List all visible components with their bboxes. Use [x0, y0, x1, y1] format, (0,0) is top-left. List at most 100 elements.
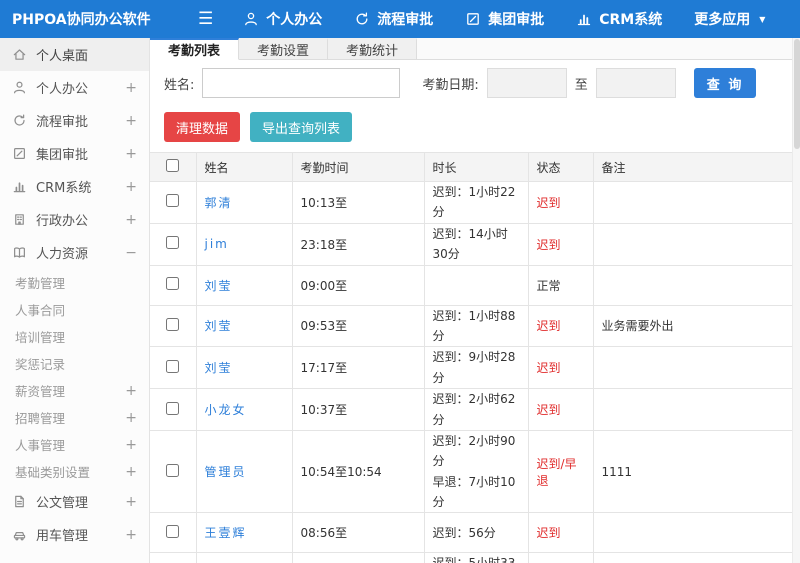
sidebar-item-personal-office[interactable]: 个人办公 + [0, 71, 149, 104]
employee-name-link[interactable]: 刘莹 [205, 279, 233, 293]
hamburger-menu-icon[interactable]: ☰ [198, 10, 213, 28]
sidebar-subitem-label: 人事合同 [15, 303, 66, 318]
sidebar-item-human-resources[interactable]: 人力资源 − [0, 236, 149, 269]
sidebar-item-document-mgmt[interactable]: 公文管理 + [0, 485, 149, 518]
row-checkbox[interactable] [166, 401, 180, 415]
topnav-item-group-approval[interactable]: 集团审批 [465, 9, 544, 29]
status-cell: 迟到 [527, 388, 594, 431]
expand-plus-icon[interactable]: + [125, 438, 137, 452]
attendance-time-cell: 09:53至 [291, 304, 425, 348]
row-checkbox[interactable] [166, 277, 180, 291]
topbar: PHPOA协同办公软件 ☰ 个人办公 流程审批 集团审批 CRM系统 更多应用 ▼ [0, 0, 800, 38]
date-range-to-label: 至 [574, 77, 588, 93]
row-select-cell [150, 388, 197, 431]
row-select-cell [150, 181, 197, 224]
expand-plus-icon[interactable]: + [125, 411, 137, 425]
date-to-input[interactable] [595, 68, 676, 98]
topnav-item-crm-system[interactable]: CRM系统 [576, 9, 662, 29]
remark-cell: 业务需要外出 [592, 304, 800, 348]
duration-cell [423, 264, 529, 306]
topnav-item-workflow-approval[interactable]: 流程审批 [354, 9, 433, 29]
status-cell: 迟到 [527, 512, 594, 554]
export-list-button[interactable]: 导出查询列表 [250, 112, 353, 142]
sidebar-item-personal-desktop[interactable]: 个人桌面 [0, 38, 149, 71]
row-select-cell [150, 346, 197, 390]
remark-cell [592, 346, 800, 390]
tab-attendance-stats[interactable]: 考勤统计 [328, 38, 418, 60]
select-all-checkbox[interactable] [166, 159, 180, 172]
sidebar-subitem-salary-mgmt[interactable]: 薪资管理 + [0, 377, 149, 404]
clean-data-button[interactable]: 清理数据 [164, 112, 241, 142]
sidebar-subitem-hr-contract[interactable]: 人事合同 [0, 296, 149, 323]
sidebar-item-admin-office[interactable]: 行政办公 + [0, 203, 149, 236]
employee-name-link[interactable]: 王壹辉 [205, 526, 247, 540]
topnav-item-label: 流程审批 [377, 12, 434, 28]
sidebar-subitem-label: 考勤管理 [15, 276, 66, 291]
name-filter-label: 姓名: [164, 77, 195, 93]
remark-cell [592, 222, 800, 266]
chart-icon [12, 179, 27, 194]
duration-cell: 迟到：2小时62分 [423, 388, 529, 431]
sidebar-subitem-label: 培训管理 [15, 330, 66, 345]
tab-attendance-settings[interactable]: 考勤设置 [239, 38, 329, 60]
expand-plus-icon[interactable]: + [125, 114, 137, 128]
row-select-cell [150, 512, 197, 554]
status-cell: 迟到 [527, 181, 594, 224]
search-button[interactable]: 查 询 [693, 68, 757, 98]
sidebar-item-workflow-approval[interactable]: 流程审批 + [0, 104, 149, 137]
date-from-input[interactable] [486, 68, 567, 98]
expand-plus-icon[interactable]: + [125, 528, 137, 542]
sidebar-subitem-base-category[interactable]: 基础类别设置 + [0, 458, 149, 485]
row-checkbox[interactable] [166, 359, 180, 373]
topnav-item-label: 更多应用 [694, 12, 751, 28]
sidebar-item-group-approval[interactable]: 集团审批 + [0, 137, 149, 170]
sidebar-item-vehicle-mgmt[interactable]: 用车管理 + [0, 518, 149, 551]
status-cell: 正常 [527, 264, 594, 306]
row-select-cell [150, 552, 197, 563]
employee-name-link[interactable]: 刘莹 [205, 319, 233, 333]
row-select-cell [150, 222, 197, 266]
expand-plus-icon[interactable]: + [125, 213, 137, 227]
employee-name-link[interactable]: 郭清 [205, 196, 233, 210]
expand-plus-icon[interactable]: + [125, 495, 137, 509]
table-row: 黄蓉13:20至13:20迟到：5小时33分 早退：4小时67分迟到/早退 [150, 552, 800, 563]
row-checkbox[interactable] [166, 194, 180, 208]
sidebar-item-label: 用车管理 [36, 529, 89, 544]
vertical-scrollbar[interactable] [792, 38, 800, 563]
edit-icon [465, 11, 481, 27]
app-title: PHPOA协同办公软件 [12, 12, 151, 28]
row-checkbox[interactable] [166, 524, 180, 538]
sidebar-subitem-recruit-mgmt[interactable]: 招聘管理 + [0, 404, 149, 431]
row-select-cell [150, 264, 197, 306]
sidebar-subitem-personnel-mgmt[interactable]: 人事管理 + [0, 431, 149, 458]
attendance-time-cell: 10:13至 [291, 181, 425, 224]
expand-plus-icon[interactable]: + [125, 465, 137, 479]
sidebar-item-crm-system[interactable]: CRM系统 + [0, 170, 149, 203]
tab-attendance-list[interactable]: 考勤列表 [150, 38, 240, 60]
topnav-item-personal-office[interactable]: 个人办公 [243, 9, 322, 29]
employee-name-link[interactable]: 管理员 [205, 465, 247, 479]
sidebar-item-label: 个人办公 [36, 82, 89, 97]
expand-plus-icon[interactable]: + [125, 81, 137, 95]
sidebar-subitem-training-mgmt[interactable]: 培训管理 [0, 323, 149, 350]
sidebar-subitem-attendance-mgmt[interactable]: 考勤管理 [0, 269, 149, 296]
row-checkbox[interactable] [166, 463, 180, 477]
date-filter-label: 考勤日期: [422, 77, 479, 93]
topnav-item-label: 集团审批 [488, 12, 545, 28]
user-icon [243, 11, 259, 27]
flow-icon [354, 11, 370, 27]
topnav-item-more-apps[interactable]: 更多应用 ▼ [694, 9, 765, 29]
expand-plus-icon[interactable]: + [125, 384, 137, 398]
expand-plus-icon[interactable]: + [125, 147, 137, 161]
employee-name-link[interactable]: 刘莹 [205, 361, 233, 375]
row-checkbox[interactable] [166, 236, 180, 250]
employee-name-link[interactable]: jim [205, 237, 229, 251]
sidebar-subitem-reward-punish[interactable]: 奖惩记录 [0, 350, 149, 377]
name-filter-input[interactable] [202, 68, 401, 98]
row-checkbox[interactable] [166, 317, 180, 331]
collapse-minus-icon[interactable]: − [125, 246, 137, 260]
column-header: 状态 [527, 152, 594, 182]
scrollbar-thumb[interactable] [794, 39, 800, 149]
expand-plus-icon[interactable]: + [125, 180, 137, 194]
employee-name-link[interactable]: 小龙女 [205, 403, 247, 417]
